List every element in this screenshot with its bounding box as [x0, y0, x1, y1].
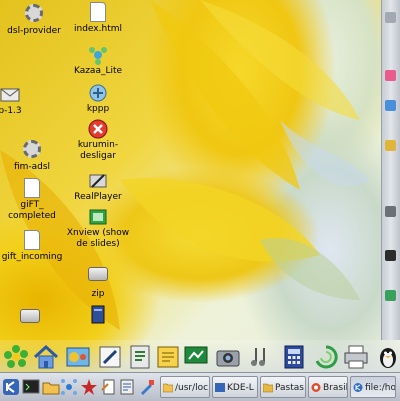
konqueror-icon — [353, 383, 363, 392]
desktop-icon-zip[interactable]: zip — [58, 262, 138, 300]
desktop-icon-label: zip — [91, 289, 105, 299]
taskbar-button-label: /usr/loc — [175, 383, 209, 393]
desktop-icon-label: p-1.3 — [0, 106, 22, 116]
desktop-icon-label: Kazaa_Lite — [73, 66, 123, 76]
taskbar-button-label: file:/ho — [365, 383, 396, 393]
desktop-icon-realplayer[interactable]: RealPlayer — [58, 170, 138, 203]
disk-icon — [19, 309, 41, 331]
zip-drive-icon — [87, 267, 109, 289]
panel-applet-icon[interactable] — [385, 250, 396, 261]
right-side-panel — [381, 0, 400, 340]
kazaa-icon — [87, 44, 109, 66]
control-center-icon[interactable] — [64, 343, 92, 371]
sound-icon[interactable] — [246, 343, 274, 371]
taskbar-button-kde-l[interactable]: KDE-L — [212, 376, 258, 398]
taskbar-button-label: KDE-L — [227, 383, 254, 393]
paint-icon[interactable] — [138, 378, 156, 396]
panel-applet-icon[interactable] — [385, 206, 396, 217]
panel-applet-icon[interactable] — [385, 140, 396, 151]
desktop-icon-document[interactable] — [58, 304, 138, 326]
gear-icon — [21, 140, 43, 162]
realplayer-icon — [87, 170, 109, 192]
html-file-icon — [87, 2, 109, 24]
presentation-icon[interactable] — [182, 343, 210, 371]
desktop-icon-label: Xnview (show — [66, 228, 130, 238]
folder-icon[interactable] — [42, 378, 60, 396]
kde-icon — [215, 383, 225, 392]
desktop-icon-index-html[interactable]: index.html — [58, 2, 138, 35]
desktop-icon-label-line2: de slides) — [76, 239, 120, 249]
home-icon[interactable] — [32, 343, 60, 371]
desktop-icon-p-1-3[interactable]: p-1.3 — [0, 84, 50, 117]
folder-icon — [163, 383, 173, 393]
editor-icon[interactable] — [118, 378, 136, 396]
desktop-icon-label: RealPlayer — [74, 192, 122, 202]
taskbar-button-usr-local[interactable]: /usr/loc — [160, 376, 210, 398]
mail-icon — [0, 84, 21, 106]
office-icon[interactable] — [126, 343, 154, 371]
star-icon[interactable] — [80, 378, 98, 396]
taskbar-button-brasil[interactable]: Brasil — [308, 376, 348, 398]
notes-icon[interactable] — [154, 343, 182, 371]
taskbar: /usr/loc KDE-L Pastas Brasil file:/ho — [0, 372, 400, 401]
kde-menu-icon[interactable] — [2, 378, 20, 396]
xnview-icon — [87, 206, 109, 228]
taskbar-button-label: Pastas — [275, 383, 304, 393]
tux-icon[interactable] — [374, 343, 400, 371]
camera-icon[interactable] — [214, 343, 242, 371]
editor-icon[interactable] — [96, 343, 124, 371]
desktop-icon-kurumin-desligar[interactable]: kurumin- desligar — [58, 118, 138, 162]
swirl-icon[interactable] — [312, 343, 340, 371]
document-icon[interactable] — [100, 378, 118, 396]
desktop-icon-xnview[interactable]: Xnview (show de slides) — [58, 206, 138, 250]
printer-icon[interactable] — [342, 343, 370, 371]
panel-applet-icon[interactable] — [385, 100, 396, 111]
folder-icon — [263, 383, 273, 393]
shutdown-icon — [87, 118, 109, 140]
taskbar-button-label: Brasil — [323, 383, 348, 393]
kppp-icon — [87, 82, 109, 104]
desktop-icon-label-line2: desligar — [80, 151, 116, 161]
panel-applet-icon[interactable] — [385, 70, 396, 81]
browser-icon — [311, 383, 321, 392]
document-icon — [87, 304, 109, 326]
network-icon[interactable] — [60, 378, 78, 396]
calculator-icon[interactable] — [280, 343, 308, 371]
desktop-icon-label: kurumin- — [77, 140, 119, 150]
terminal-icon[interactable] — [22, 378, 40, 396]
gear-icon — [23, 4, 45, 26]
document-icon — [21, 230, 43, 252]
taskbar-button-file-home[interactable]: file:/ho — [350, 376, 396, 398]
launch-bar — [0, 340, 400, 372]
desktop-icon-label: index.html — [74, 24, 122, 34]
panel-button-icon[interactable] — [385, 12, 396, 23]
icq-icon[interactable] — [2, 343, 30, 371]
desktop-icon-kazaa-lite[interactable]: Kazaa_Lite — [58, 44, 138, 77]
taskbar-button-pastas[interactable]: Pastas — [260, 376, 306, 398]
desktop-icon-kppp[interactable]: kppp — [58, 82, 138, 115]
panel-applet-icon[interactable] — [385, 290, 396, 301]
document-icon — [21, 178, 43, 200]
desktop-icon-label: kppp — [86, 104, 110, 114]
